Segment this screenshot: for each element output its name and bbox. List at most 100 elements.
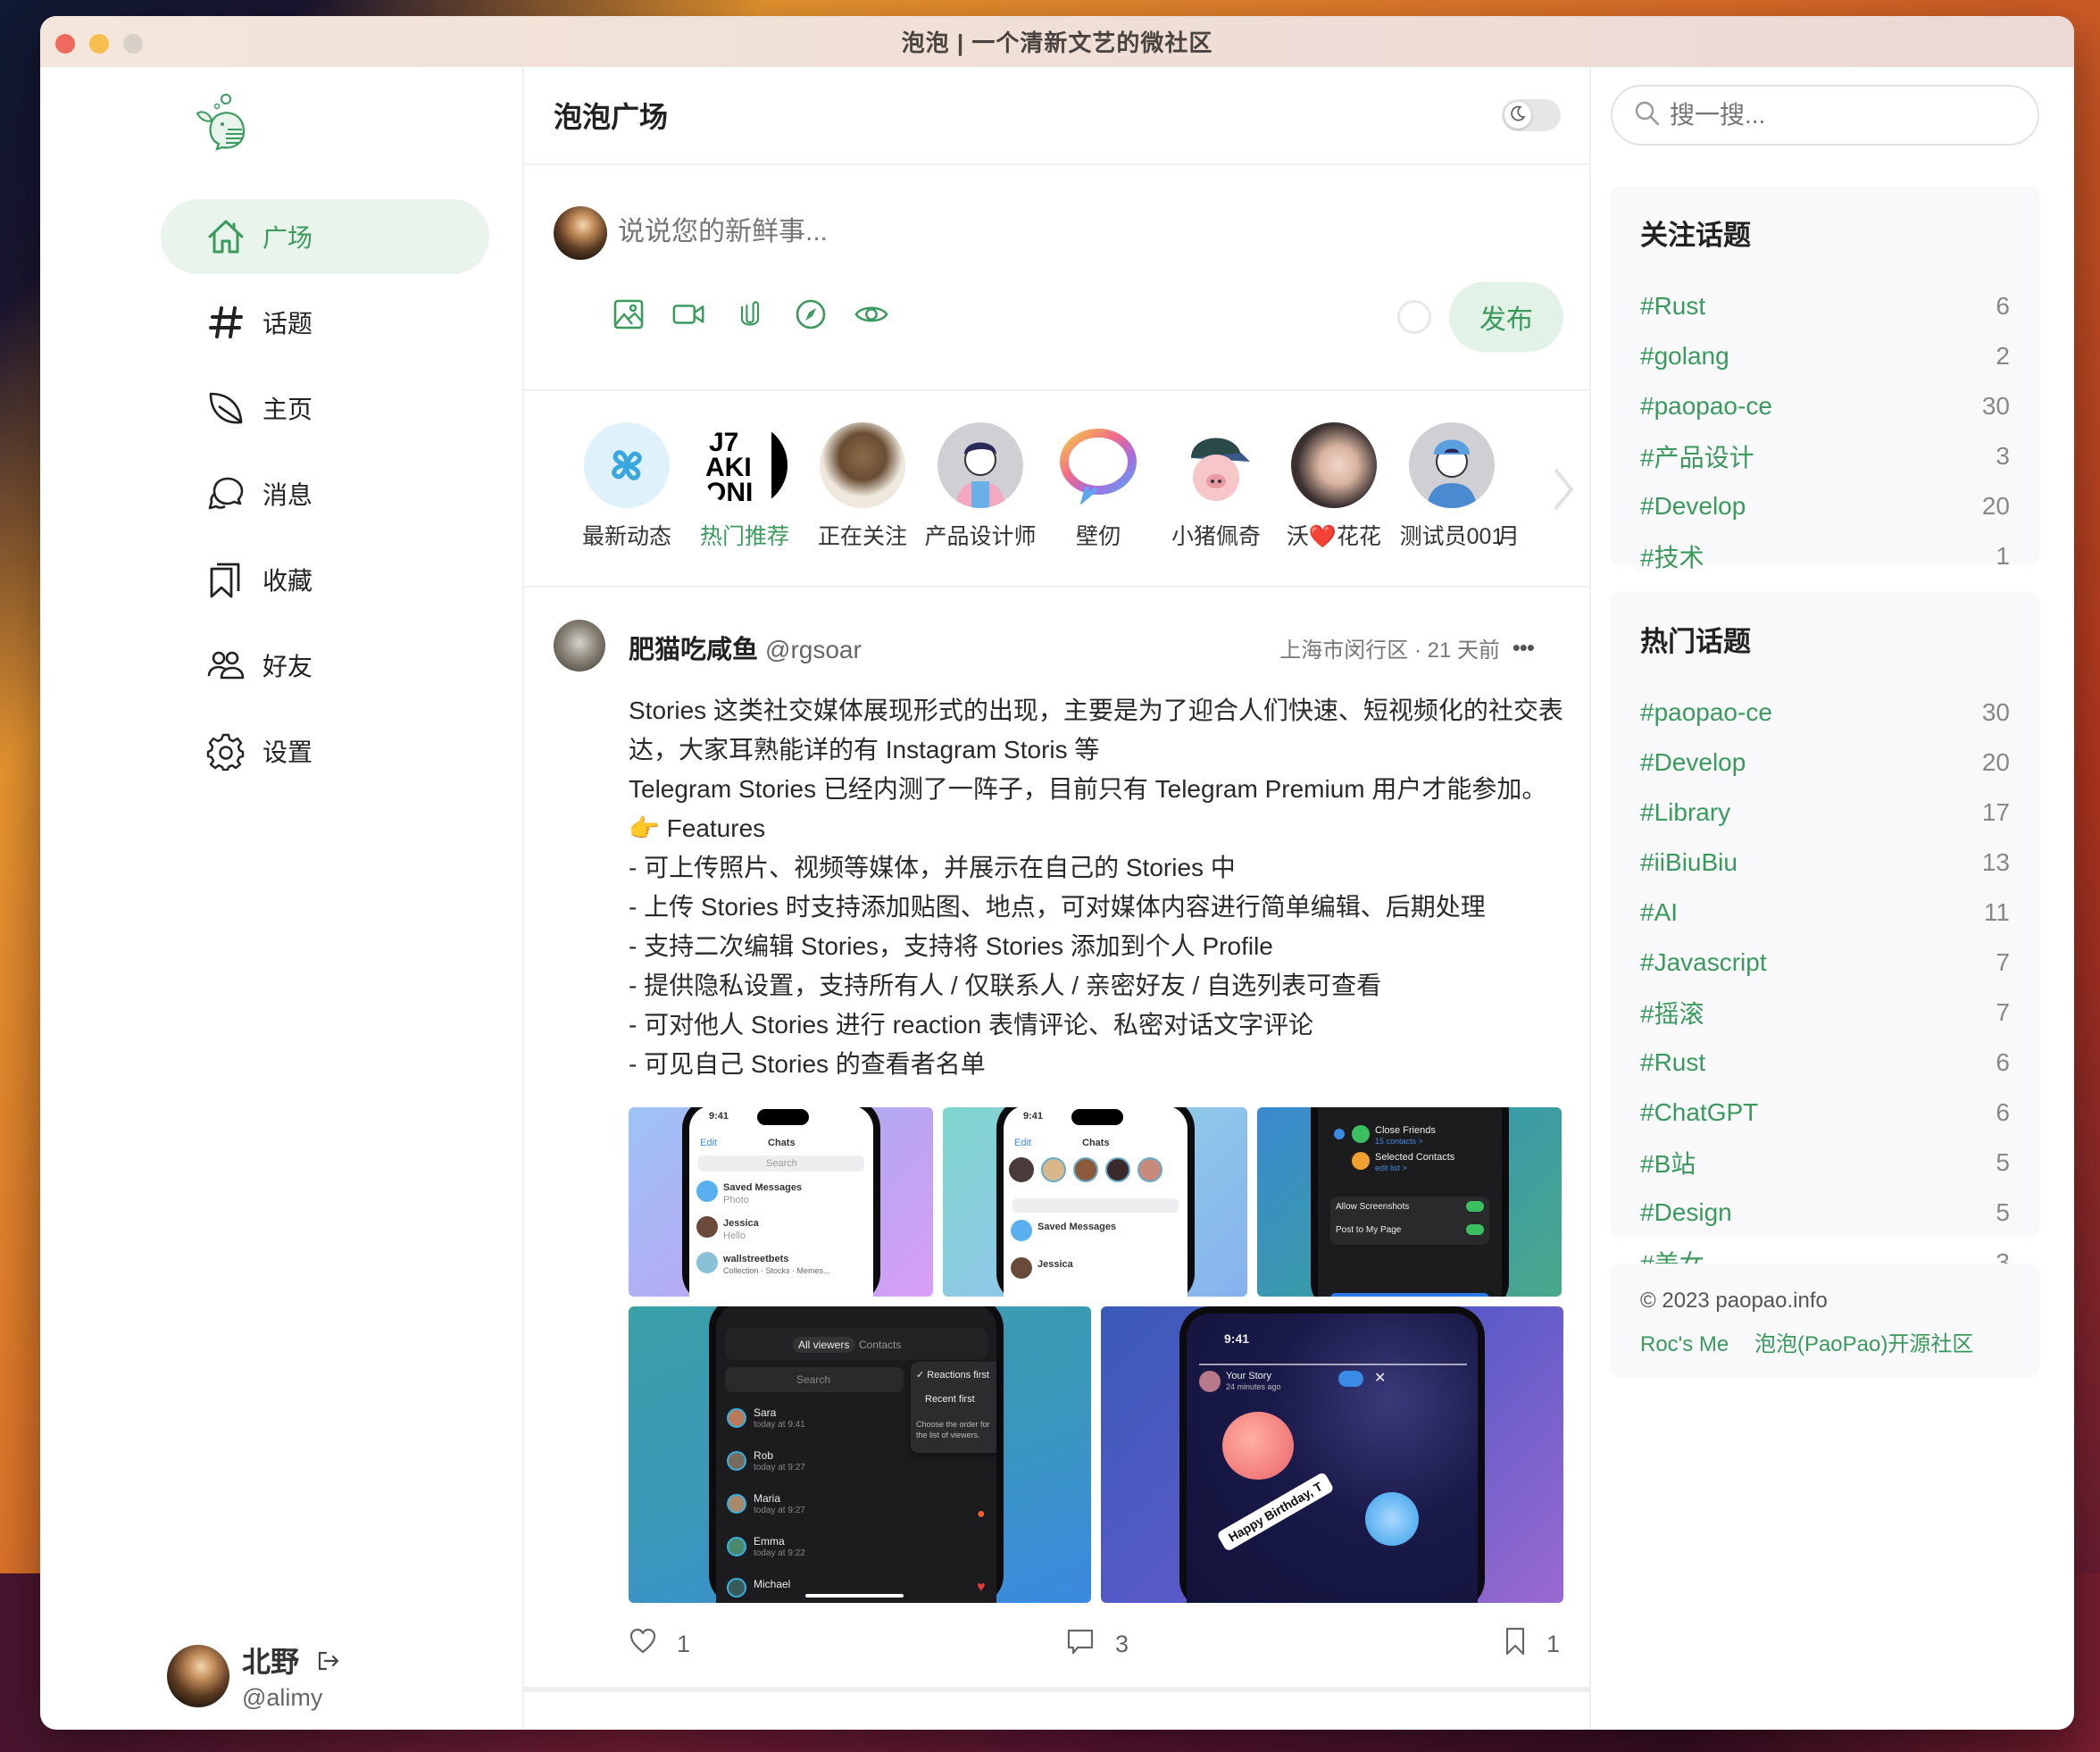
- topic-item[interactable]: #AI 11: [1640, 888, 2010, 938]
- home-icon: [205, 216, 246, 257]
- topic-count: 7: [1996, 948, 2010, 976]
- story-label: 正在关注: [817, 524, 907, 549]
- composer-avatar: [554, 206, 607, 260]
- post-author-handle[interactable]: @rgsoar: [765, 636, 862, 663]
- post-line: - 提供隐私设置，支持所有人 / 仅联系人 / 亲密好友 / 自选列表可查看: [629, 972, 1382, 999]
- topic-count: 1: [1996, 542, 2010, 570]
- story-item[interactable]: 测试员001: [1394, 422, 1510, 551]
- video-icon[interactable]: [672, 297, 706, 331]
- story-item[interactable]: 正在关注: [804, 422, 921, 551]
- story-item[interactable]: 沃❤️花花: [1276, 422, 1392, 551]
- bookmark-icon: [205, 559, 246, 600]
- followed-topics-title: 关注话题: [1640, 220, 1751, 251]
- user-avatar[interactable]: [167, 1644, 229, 1707]
- story-item[interactable]: 最新动态: [569, 422, 685, 551]
- story-item[interactable]: 小猪佩奇: [1158, 422, 1274, 551]
- topic-count: 6: [1996, 292, 2010, 320]
- close-window-button[interactable]: [55, 34, 75, 54]
- sidebar-item-collections[interactable]: 收藏: [161, 542, 489, 617]
- maximize-window-button[interactable]: [123, 34, 143, 54]
- story-avatar: [1409, 422, 1495, 508]
- topic-item[interactable]: #Develop 20: [1640, 481, 2010, 531]
- eye-icon[interactable]: [854, 297, 888, 331]
- sidebar-item-home[interactable]: 主页: [161, 371, 489, 446]
- dark-mode-toggle[interactable]: [1502, 99, 1561, 131]
- topic-count: 30: [1981, 392, 2010, 420]
- topic-item[interactable]: #paopao-ce 30: [1640, 688, 2010, 738]
- comment-button[interactable]: 3: [1065, 1627, 1129, 1662]
- topic-count: 6: [1996, 1048, 2010, 1076]
- topic-item[interactable]: #golang 2: [1640, 331, 2010, 381]
- post-line: Stories 这类社交媒体展现形式的出现，主要是为了迎合人们快速、短视频化的社…: [629, 697, 1563, 763]
- followed-topics-list: #Rust 6 #golang 2 #paopao-ce 30 #产品设计 3 #Develop…: [1640, 281, 2010, 581]
- post-card[interactable]: 肥猫吃咸鱼 @rgsoar 上海市闵行区 · 21 天前 ••• Stories …: [524, 588, 1589, 1692]
- post-image[interactable]: All viewers Contacts Search ✓ Reactions …: [629, 1306, 1091, 1603]
- stories-bar: 最新动态 J7 AKI ONI 热门推荐 正在关注 产品设计师 壁仞 小猪佩奇 …: [524, 391, 1589, 588]
- story-item[interactable]: 产品设计师: [922, 422, 1038, 551]
- post-author-name[interactable]: 肥猫吃咸鱼: [629, 636, 758, 664]
- post-line: - 可对他人 Stories 进行 reaction 表情评论、私密对话文字评论: [629, 1011, 1313, 1039]
- post-line: - 上传 Stories 时支持添加贴图、地点，可对媒体内容进行简单编辑、后期处…: [629, 893, 1486, 921]
- chat-bubbles-icon: [205, 473, 246, 514]
- topic-name: #paopao-ce: [1640, 698, 1772, 726]
- post-image[interactable]: 9:41 Your Story 24 minutes ago ✕ Happy B…: [1101, 1306, 1563, 1603]
- topic-item[interactable]: #B站 5: [1640, 1138, 2010, 1188]
- hot-topics-list: #paopao-ce 30 #Develop 20 #Library 17 #iiBiuBi…: [1640, 688, 2010, 1288]
- chevron-right-icon[interactable]: [1545, 463, 1580, 516]
- topic-item[interactable]: #Develop 20: [1640, 738, 2010, 788]
- topic-item[interactable]: #产品设计 3: [1640, 431, 2010, 481]
- story-item[interactable]: 月: [1497, 422, 1533, 551]
- story-item[interactable]: J7 AKI ONI 热门推荐: [687, 422, 803, 551]
- topic-item[interactable]: #Rust 6: [1640, 1038, 2010, 1088]
- story-item[interactable]: 壁仞: [1040, 422, 1156, 551]
- post-image[interactable]: 9:41 Edit Chats Saved Messages Jessica: [943, 1107, 1247, 1297]
- post-image-grid: 9:41 Edit Chats Search Saved Messages Ph…: [629, 1107, 1563, 1613]
- topic-name: #Javascript: [1640, 948, 1767, 976]
- topic-name: #Library: [1640, 798, 1731, 826]
- minimize-window-button[interactable]: [89, 34, 109, 54]
- topic-item[interactable]: #paopao-ce 30: [1640, 381, 2010, 431]
- footer-card: © 2023 paopao.info Roc's Me 泡泡(PaoPao)开源…: [1611, 1264, 2039, 1378]
- topic-count: 17: [1981, 798, 2010, 826]
- compass-icon[interactable]: [794, 297, 828, 331]
- post-image[interactable]: 9:41 Edit Chats Search Saved Messages Ph…: [629, 1107, 933, 1297]
- topic-item[interactable]: #Rust 6: [1640, 281, 2010, 331]
- footer-link[interactable]: Roc's Me: [1640, 1332, 1729, 1356]
- topic-item[interactable]: #ChatGPT 6: [1640, 1088, 2010, 1138]
- sidebar-item-square[interactable]: 广场: [161, 199, 489, 274]
- sidebar-item-friends[interactable]: 好友: [161, 628, 489, 703]
- search-box[interactable]: [1611, 85, 2039, 146]
- copyright-text: © 2023 paopao.info: [1640, 1289, 1828, 1313]
- topic-count: 13: [1981, 848, 2010, 876]
- post-image[interactable]: Close Friends 15 contacts > Selected Con…: [1257, 1107, 1562, 1297]
- publish-button[interactable]: 发布: [1449, 282, 1563, 352]
- more-options-icon[interactable]: •••: [1512, 634, 1535, 662]
- whale-bubble-logo-icon[interactable]: [190, 92, 253, 154]
- sidebar-item-messages[interactable]: 消息: [161, 456, 489, 531]
- footer-link[interactable]: 泡泡(PaoPao)开源社区: [1754, 1332, 1973, 1356]
- topic-item[interactable]: #Javascript 7: [1640, 938, 2010, 988]
- topic-item[interactable]: #Library 17: [1640, 788, 2010, 838]
- logout-icon[interactable]: [315, 1648, 340, 1673]
- compose-input[interactable]: [618, 210, 1421, 254]
- attachment-icon[interactable]: [733, 297, 767, 331]
- topic-item[interactable]: #iiBiuBiu 13: [1640, 838, 2010, 888]
- search-input[interactable]: [1670, 101, 2009, 129]
- bookmark-button[interactable]: 1: [1504, 1626, 1560, 1663]
- post-body: Stories 这类社交媒体展现形式的出现，主要是为了迎合人们快速、短视频化的社…: [629, 691, 1566, 1084]
- like-button[interactable]: 1: [629, 1627, 690, 1662]
- hot-topics-title: 热门话题: [1640, 626, 1751, 657]
- sidebar-item-topics[interactable]: 话题: [161, 285, 489, 360]
- story-avatar: [1055, 422, 1141, 508]
- topic-item[interactable]: #Design 5: [1640, 1188, 2010, 1238]
- story-label: 壁仞: [1075, 524, 1121, 549]
- topic-count: 5: [1996, 1198, 2010, 1226]
- topic-item[interactable]: #摇滚 7: [1640, 988, 2010, 1038]
- current-user[interactable]: 北野 @alimy: [167, 1639, 340, 1712]
- sidebar-item-settings[interactable]: 设置: [161, 713, 489, 788]
- char-count-ring: [1397, 300, 1431, 334]
- post-line: Telegram Stories 已经内测了一阵子，目前只有 Telegram …: [629, 775, 1547, 803]
- topic-item[interactable]: #技术 1: [1640, 531, 2010, 581]
- image-icon[interactable]: [612, 297, 646, 331]
- post-author-avatar[interactable]: [554, 620, 605, 672]
